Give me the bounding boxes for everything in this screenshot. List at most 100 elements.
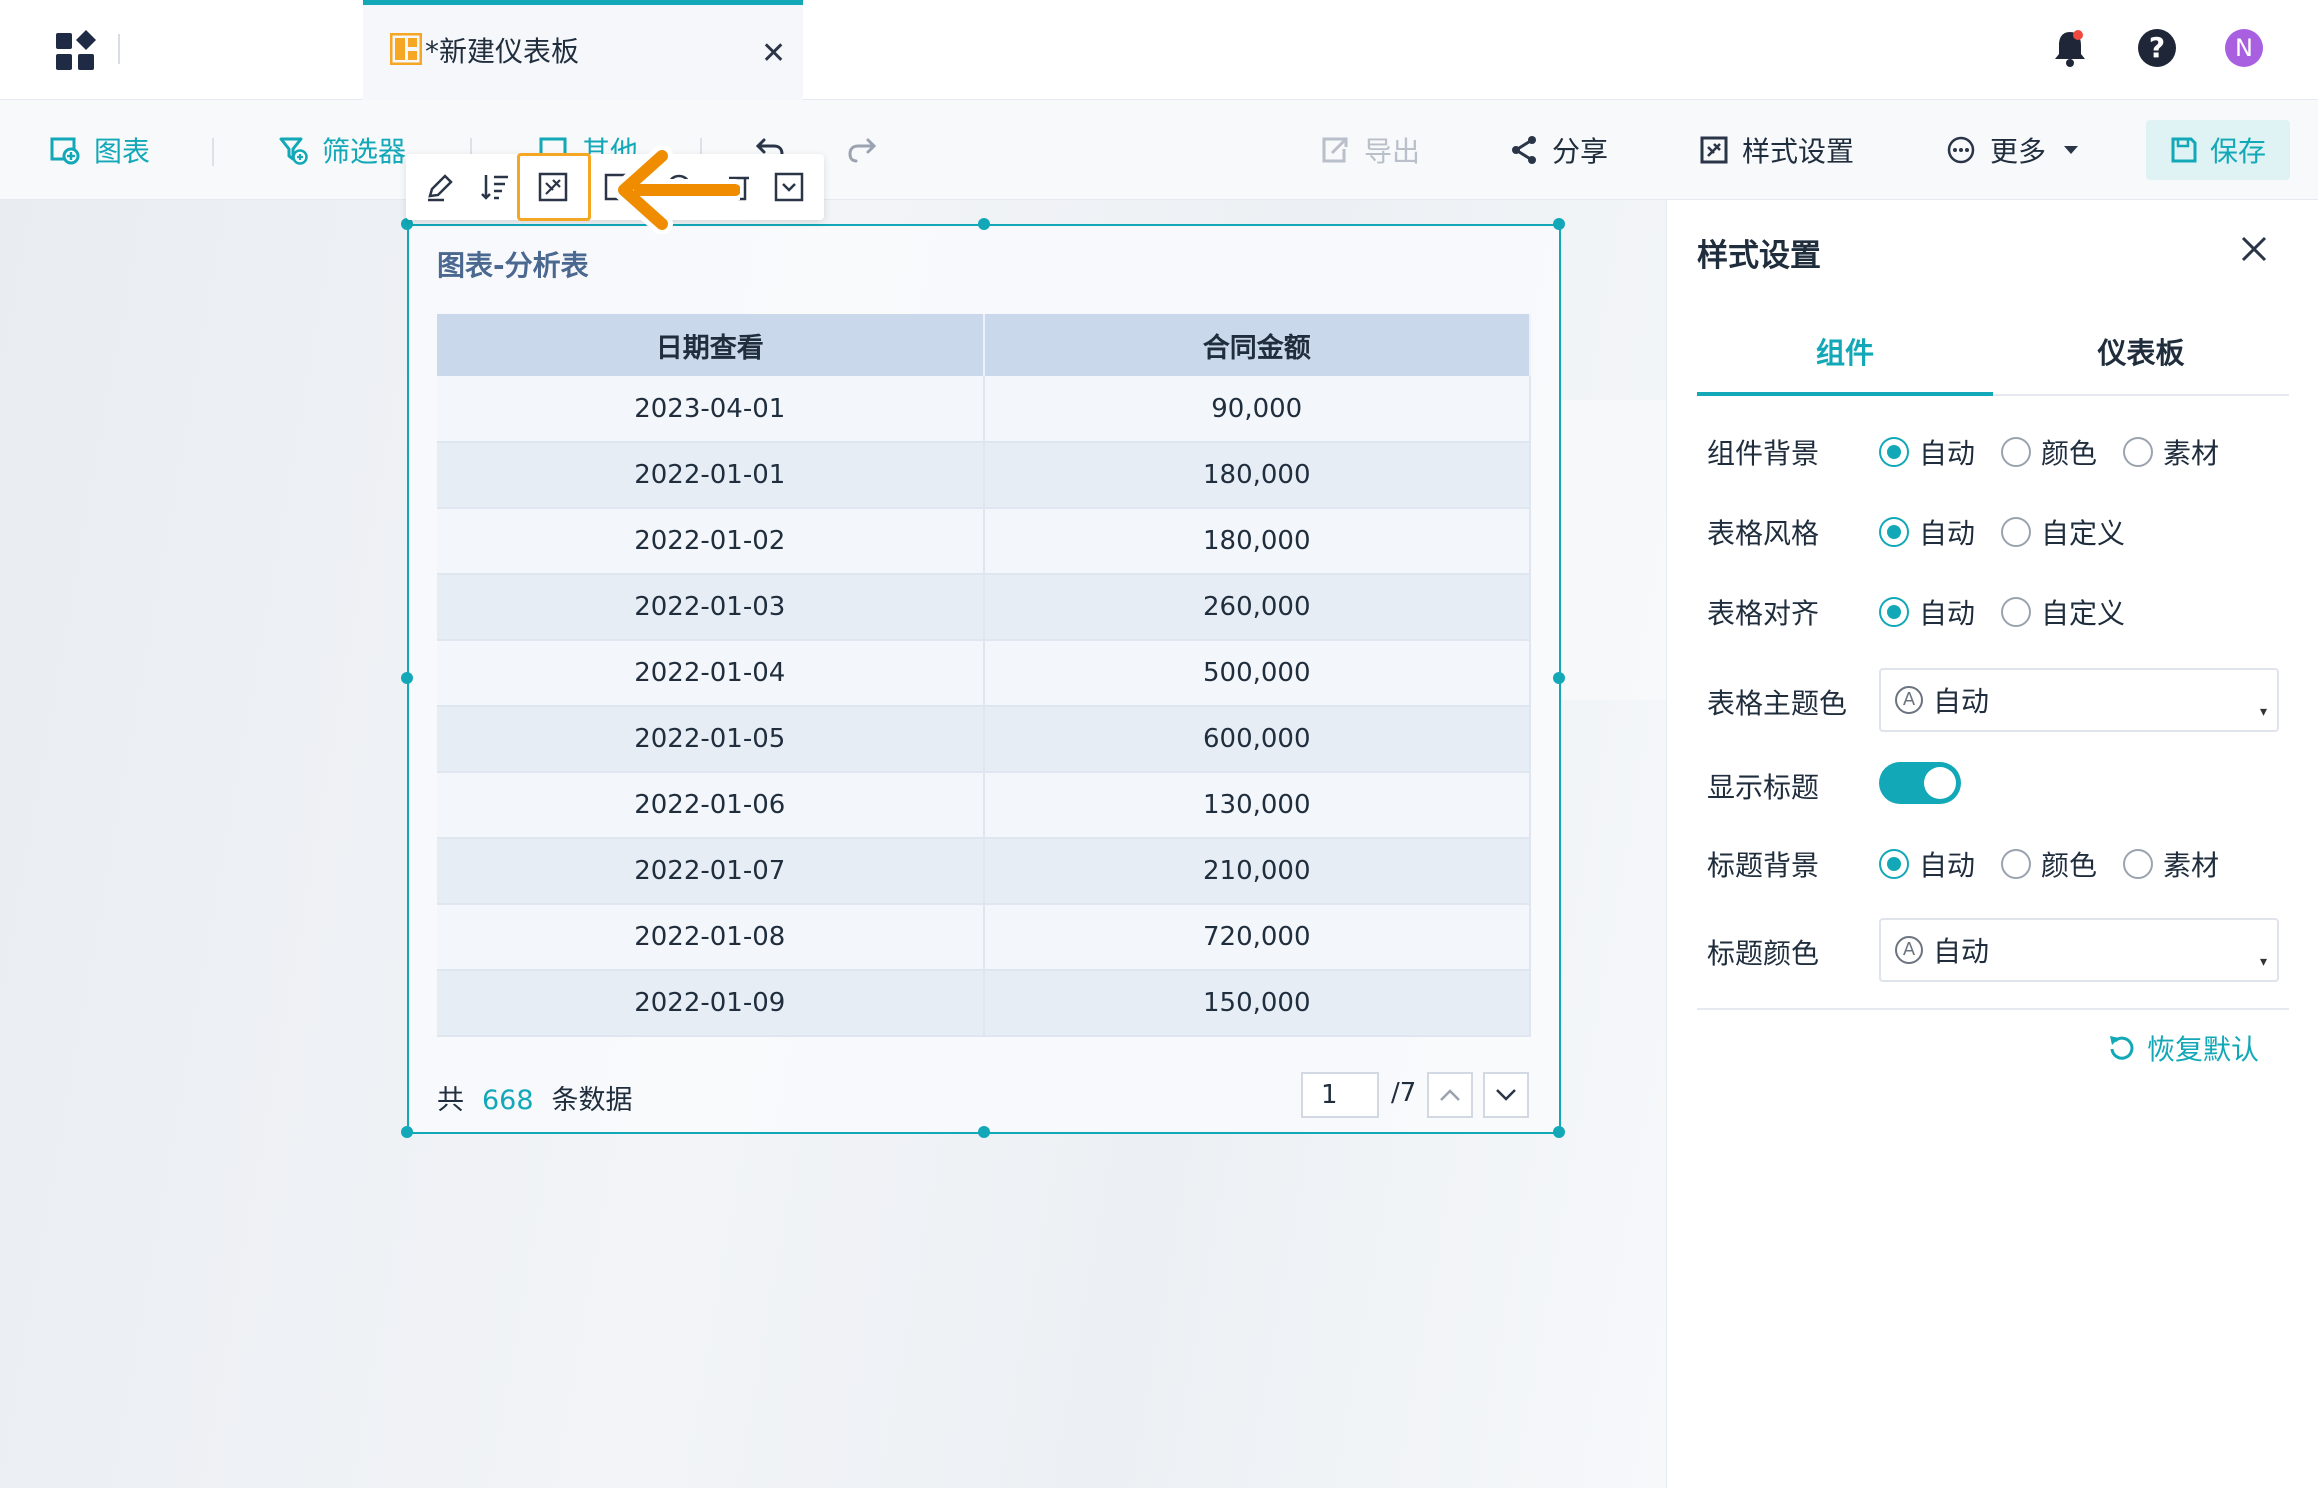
style-icon[interactable] xyxy=(536,170,570,204)
table-row: 2022-01-09 150,000 xyxy=(437,970,1531,1037)
dashboard-icon xyxy=(390,33,422,65)
restore-default-button[interactable]: 恢复默认 xyxy=(2107,1028,2259,1068)
radio-custom[interactable]: 自定义 xyxy=(2001,512,2125,552)
edit-icon[interactable] xyxy=(424,170,458,204)
caret-down-icon xyxy=(2064,146,2079,154)
help-icon[interactable]: ? xyxy=(2138,29,2176,67)
radio-color[interactable]: 颜色 xyxy=(2001,432,2097,472)
filter-button-label: 筛选器 xyxy=(322,135,407,168)
component-bg-label: 组件背景 xyxy=(1707,437,1820,470)
avatar[interactable]: N xyxy=(2225,29,2263,67)
page-number-input[interactable]: 1 xyxy=(1301,1072,1379,1118)
save-button[interactable]: 保存 xyxy=(2146,120,2290,180)
radio-auto[interactable]: 自动 xyxy=(1879,844,1975,884)
resize-handle[interactable] xyxy=(401,1126,413,1138)
show-title-toggle[interactable] xyxy=(1879,762,1961,804)
tab-new-dashboard[interactable]: *新建仪表板 ✕ xyxy=(363,0,803,100)
radio-label: 自动 xyxy=(1919,849,1976,882)
radio-label: 自动 xyxy=(1919,597,1976,630)
resize-handle[interactable] xyxy=(1553,672,1565,684)
table-row: 2022-01-05 600,000 xyxy=(437,706,1531,773)
style-icon xyxy=(1700,136,1728,164)
table-widget[interactable]: 图表-分析表 日期查看 合同金额 2023-04-01 90,000 2022-01… xyxy=(401,218,1565,1138)
date-cell[interactable]: 2022-01-02 xyxy=(437,508,985,575)
radio-color[interactable]: 颜色 xyxy=(2001,844,2097,884)
chart-button-label: 图表 xyxy=(94,135,151,168)
record-count-value: 668 xyxy=(482,1085,534,1116)
radio-material[interactable]: 素材 xyxy=(2123,844,2219,884)
theme-color-select[interactable]: A 自动 ▾ xyxy=(1879,668,2279,732)
resize-handle[interactable] xyxy=(401,672,413,684)
redo-icon[interactable] xyxy=(844,134,878,164)
pointer-arrow-icon xyxy=(613,146,740,234)
table-row: 2022-01-04 500,000 xyxy=(437,640,1531,707)
radio-auto[interactable]: 自动 xyxy=(1879,432,1975,472)
resize-handle[interactable] xyxy=(978,218,990,230)
prev-page-button[interactable] xyxy=(1427,1072,1473,1118)
checkbox-dropdown-icon[interactable] xyxy=(772,170,806,204)
tab-dashboard[interactable]: 仪表板 xyxy=(1993,330,2289,396)
sort-icon[interactable] xyxy=(478,170,512,204)
app-grid-icon[interactable] xyxy=(56,30,98,72)
style-settings-panel: 样式设置 组件 仪表板 组件背景 自动 颜色 素材 表格风格 自动 自定义 表格… xyxy=(1666,200,2318,1488)
notification-bell-icon[interactable] xyxy=(2052,28,2088,68)
date-cell[interactable]: 2022-01-03 xyxy=(437,574,985,641)
table-row: 2022-01-02 180,000 xyxy=(437,508,1531,575)
share-button-label: 分享 xyxy=(1552,135,1609,168)
radio-label: 颜色 xyxy=(2041,437,2098,470)
table-style-options: 自动 自定义 xyxy=(1879,512,2151,552)
title-bg-label: 标题背景 xyxy=(1707,849,1820,882)
amount-cell[interactable]: 130,000 xyxy=(983,772,1531,839)
save-button-label: 保存 xyxy=(2209,135,2266,168)
radio-auto[interactable]: 自动 xyxy=(1879,592,1975,632)
chevron-down-icon xyxy=(1496,1089,1516,1101)
theme-color-label: 表格主题色 xyxy=(1707,687,1848,720)
column-header[interactable]: 日期查看 xyxy=(437,314,985,376)
resize-handle[interactable] xyxy=(978,1126,990,1138)
amount-cell[interactable]: 600,000 xyxy=(983,706,1531,773)
style-settings-button[interactable]: 样式设置 xyxy=(1700,128,1854,172)
more-button[interactable]: 更多 xyxy=(1946,128,2094,172)
amount-cell[interactable]: 260,000 xyxy=(983,574,1531,641)
select-value: 自动 xyxy=(1933,935,1990,968)
chart-button[interactable]: 图表 xyxy=(50,128,150,172)
close-tab-icon[interactable]: ✕ xyxy=(761,35,786,73)
radio-auto[interactable]: 自动 xyxy=(1879,512,1975,552)
export-button[interactable]: 导出 xyxy=(1320,128,1420,172)
amount-cell[interactable]: 150,000 xyxy=(983,970,1531,1037)
next-page-button[interactable] xyxy=(1483,1072,1529,1118)
save-icon xyxy=(2171,137,2197,163)
date-cell[interactable]: 2022-01-08 xyxy=(437,904,985,971)
amount-cell[interactable]: 180,000 xyxy=(983,442,1531,509)
amount-cell[interactable]: 500,000 xyxy=(983,640,1531,707)
date-cell[interactable]: 2022-01-07 xyxy=(437,838,985,905)
more-icon xyxy=(1947,136,1975,164)
title-color-select[interactable]: A 自动 ▾ xyxy=(1879,918,2279,982)
radio-material[interactable]: 素材 xyxy=(2123,432,2219,472)
tab-component[interactable]: 组件 xyxy=(1697,330,1993,396)
amount-cell[interactable]: 720,000 xyxy=(983,904,1531,971)
amount-cell[interactable]: 180,000 xyxy=(983,508,1531,575)
widget-title: 图表-分析表 xyxy=(437,249,589,282)
amount-cell[interactable]: 210,000 xyxy=(983,838,1531,905)
caret-down-icon: ▾ xyxy=(2259,704,2267,720)
auto-icon: A xyxy=(1895,936,1923,964)
date-cell[interactable]: 2022-01-06 xyxy=(437,772,985,839)
close-icon[interactable] xyxy=(2237,232,2271,266)
date-cell[interactable]: 2022-01-09 xyxy=(437,970,985,1037)
date-cell[interactable]: 2022-01-01 xyxy=(437,442,985,509)
date-cell[interactable]: 2023-04-01 xyxy=(437,376,985,443)
share-button[interactable]: 分享 xyxy=(1510,128,1608,172)
amount-cell[interactable]: 90,000 xyxy=(983,376,1531,443)
export-icon xyxy=(1322,137,1348,163)
date-cell[interactable]: 2022-01-05 xyxy=(437,706,985,773)
record-count: 共 668 条数据 xyxy=(437,1078,633,1117)
show-title-label: 显示标题 xyxy=(1707,771,1820,804)
date-cell[interactable]: 2022-01-04 xyxy=(437,640,985,707)
column-header[interactable]: 合同金额 xyxy=(983,314,1531,376)
filter-button[interactable]: 筛选器 xyxy=(278,128,406,172)
radio-custom[interactable]: 自定义 xyxy=(2001,592,2125,632)
resize-handle[interactable] xyxy=(1553,218,1565,230)
resize-handle[interactable] xyxy=(1553,1126,1565,1138)
add-filter-icon xyxy=(279,137,308,165)
